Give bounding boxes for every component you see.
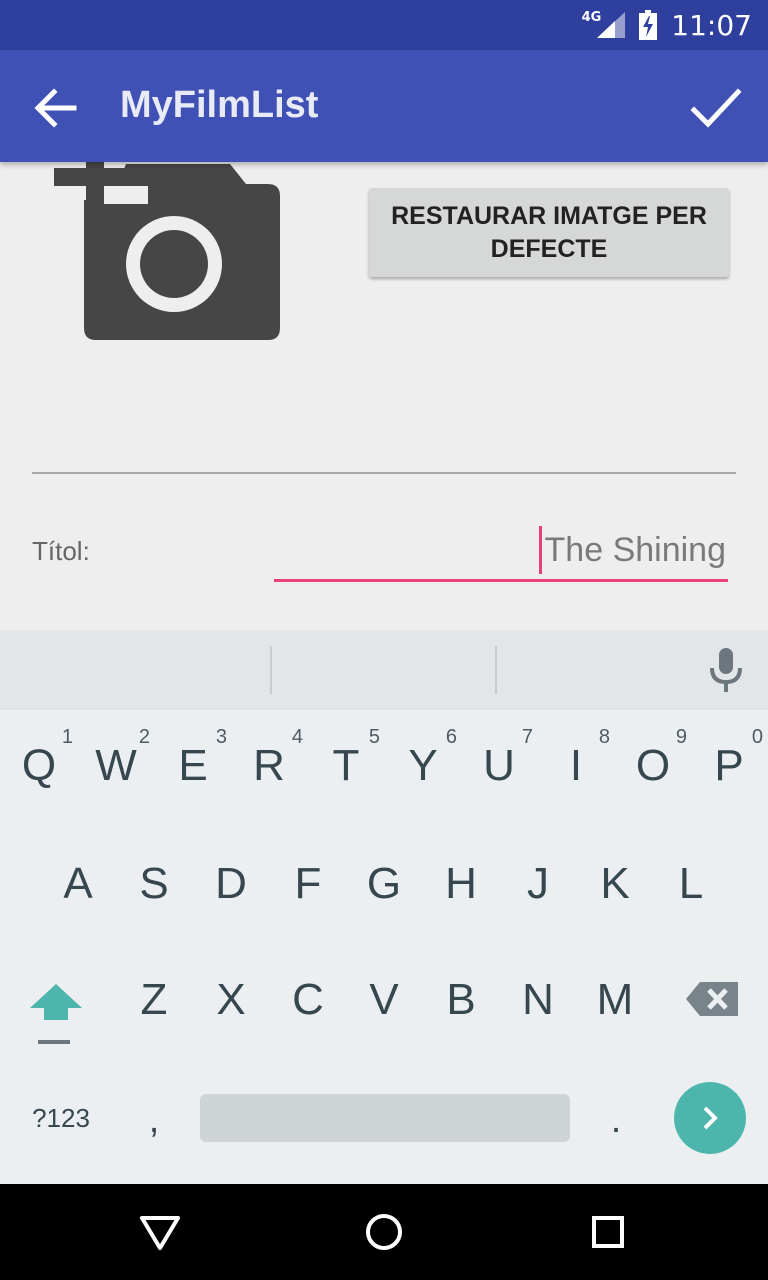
key-b[interactable]: B [423, 950, 499, 1050]
key-x[interactable]: X [193, 950, 269, 1050]
restore-default-image-button[interactable]: RESTAURAR IMATGE PER DEFECTE [369, 188, 729, 277]
key-letter: E [178, 741, 208, 790]
symbols-key[interactable]: ?123 [16, 1098, 106, 1138]
key-f[interactable]: F [270, 834, 346, 934]
key-letter: R [253, 741, 285, 790]
key-letter: U [483, 741, 515, 790]
key-letter: P [714, 741, 744, 790]
key-u[interactable]: U7 [461, 716, 537, 816]
arrow-back-icon[interactable] [28, 80, 84, 136]
key-j[interactable]: J [500, 834, 576, 934]
key-letter: T [332, 741, 360, 790]
key-q[interactable]: Q1 [1, 716, 77, 816]
text-cursor [539, 526, 542, 574]
key-hint: 4 [291, 726, 303, 748]
key-letter: W [95, 741, 137, 790]
key-hint: 5 [368, 726, 380, 748]
nav-back-button[interactable] [126, 1198, 194, 1266]
key-hint: 3 [215, 726, 227, 748]
key-p[interactable]: P0 [691, 716, 767, 816]
nav-home-circle-icon [366, 1214, 402, 1250]
key-hint: 1 [61, 726, 73, 748]
space-bar[interactable] [200, 1094, 570, 1142]
backspace-icon[interactable] [684, 976, 744, 1026]
status-bar: 4G 11:07 [0, 0, 768, 50]
key-m[interactable]: M [577, 950, 653, 1050]
chevron-right-icon [703, 1106, 718, 1130]
key-hint: 2 [138, 726, 150, 748]
key-hint: 0 [751, 726, 763, 748]
key-z[interactable]: Z [116, 950, 192, 1050]
key-hint: 6 [445, 726, 457, 748]
key-t[interactable]: T5 [308, 716, 384, 816]
key-o[interactable]: O9 [615, 716, 691, 816]
key-a[interactable]: A [40, 834, 116, 934]
key-w[interactable]: W2 [78, 716, 154, 816]
suggestion-divider [270, 646, 272, 694]
navigation-bar [0, 1184, 768, 1280]
key-c[interactable]: C [270, 950, 346, 1050]
comma-key[interactable]: , [126, 1090, 182, 1150]
title-input[interactable]: The Shining [274, 520, 728, 582]
nav-recents-square-icon [592, 1216, 624, 1248]
app-bar: MyFilmList [0, 50, 768, 162]
microphone-icon[interactable] [702, 644, 750, 696]
key-g[interactable]: G [346, 834, 422, 934]
app-title: MyFilmList [120, 84, 319, 126]
key-v[interactable]: V [346, 950, 422, 1050]
battery-charging-icon [639, 10, 658, 40]
key-y[interactable]: Y6 [385, 716, 461, 816]
suggestion-strip [0, 630, 768, 708]
divider [32, 472, 736, 474]
key-letter: O [635, 741, 671, 790]
key-l[interactable]: L [653, 834, 729, 934]
check-icon[interactable] [688, 80, 744, 136]
network-type: 4G [581, 9, 602, 25]
nav-back-triangle-icon [140, 1216, 180, 1250]
keyboard: Q1 W2 E3 R4 T5 Y6 U7 I8 O9 P0 A S D F G … [0, 708, 768, 1184]
key-n[interactable]: N [500, 950, 576, 1050]
nav-recents-button[interactable] [574, 1198, 642, 1266]
key-e[interactable]: E3 [155, 716, 231, 816]
key-r[interactable]: R4 [231, 716, 307, 816]
key-hint: 9 [675, 726, 687, 748]
add-photo-camera-icon[interactable] [50, 140, 290, 350]
key-letter: Q [21, 741, 57, 790]
nav-home-button[interactable] [350, 1198, 418, 1266]
key-s[interactable]: S [116, 834, 192, 934]
clock: 11:07 [671, 8, 752, 42]
key-letter: Y [408, 741, 438, 790]
key-hint: 7 [521, 726, 533, 748]
shift-arrow-icon[interactable] [20, 968, 92, 1058]
key-k[interactable]: K [577, 834, 653, 934]
period-key[interactable]: . [588, 1090, 644, 1150]
key-h[interactable]: H [423, 834, 499, 934]
suggestion-divider [495, 646, 497, 694]
key-hint: 8 [598, 726, 610, 748]
key-i[interactable]: I8 [538, 716, 614, 816]
key-letter: I [569, 741, 583, 790]
title-label: Títol: [32, 536, 90, 566]
go-button[interactable] [674, 1082, 746, 1154]
key-d[interactable]: D [193, 834, 269, 934]
